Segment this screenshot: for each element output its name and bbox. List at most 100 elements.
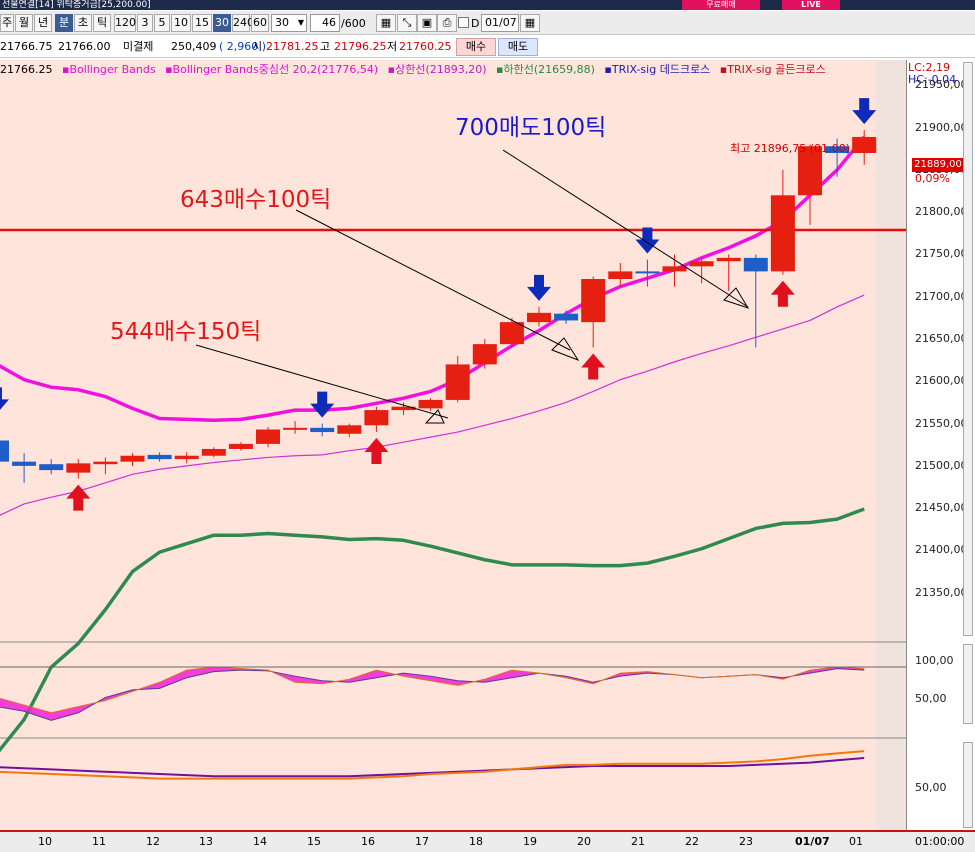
open-value: 21781.25	[266, 40, 319, 53]
time-tick: 17	[415, 835, 429, 848]
candle-body	[66, 463, 91, 473]
candle-body	[337, 425, 362, 434]
count-total: /600	[341, 17, 366, 30]
sub1-tick-50: 50,00	[915, 692, 947, 705]
price-tick: 21600,00	[915, 374, 968, 388]
buy-button[interactable]: 매수	[456, 38, 496, 56]
period-month-button[interactable]: 월	[15, 14, 33, 32]
free-trade-badge[interactable]: 무료매매	[682, 0, 760, 10]
period-second-button[interactable]: 초	[74, 14, 92, 32]
date-checkbox-label: D	[471, 17, 480, 30]
interval-15-button[interactable]: 15	[192, 14, 212, 32]
annotation-buy-544: 544매수150틱	[110, 312, 261, 346]
candle-body	[364, 410, 389, 426]
trendline-icon[interactable]: ⤡	[397, 14, 417, 32]
price-tick: 21650,00	[915, 332, 968, 346]
price-tick: 21350,00	[915, 585, 968, 599]
interval-5-button[interactable]: 5	[154, 14, 170, 32]
interval-30-button[interactable]: 30	[213, 14, 231, 32]
buy-signal-arrow	[770, 280, 795, 307]
quote-bid: 21766.00	[58, 40, 111, 53]
indicator-legend: 21766.25 ▪Bollinger Bands ▪Bollinger Ban…	[0, 60, 906, 80]
save-icon[interactable]: ▣	[417, 14, 437, 32]
candle-body	[174, 455, 199, 460]
candle-body	[635, 271, 660, 274]
sub1-fill	[0, 667, 865, 721]
candle-body	[418, 399, 443, 409]
candle-body	[527, 312, 551, 323]
time-tick: 23	[739, 835, 753, 848]
open-interest-label: 미결제	[123, 40, 154, 53]
open-interest-value: 250,409	[171, 40, 217, 53]
price-tick: 21450,00	[915, 501, 968, 515]
time-tick: 20	[577, 835, 591, 848]
period-year-button[interactable]: 년	[34, 14, 52, 32]
date-input[interactable]: 01/07	[481, 14, 519, 32]
live-badge[interactable]: LIVE	[782, 0, 840, 10]
candle-body	[201, 448, 226, 456]
price-chart	[0, 60, 906, 830]
sub2-scrollbar[interactable]	[963, 742, 973, 828]
sell-button[interactable]: 매도	[498, 38, 538, 56]
time-tick: 19	[523, 835, 537, 848]
count-input[interactable]: 46	[310, 14, 340, 32]
interval-240-button[interactable]: 240	[232, 14, 254, 32]
chevron-down-icon: ▼	[297, 18, 304, 27]
annotation-buy-643: 643매수100틱	[180, 180, 331, 214]
candle-body	[716, 257, 741, 262]
time-tick: 11	[92, 835, 106, 848]
annotation-buy-544-text: 544매수150틱	[110, 319, 262, 345]
time-tick: 14	[253, 835, 267, 848]
annotation-pointer-643	[551, 337, 580, 362]
chart-type-icon[interactable]: ▦	[376, 14, 396, 32]
sub1-scrollbar[interactable]	[963, 644, 973, 724]
candle-body	[0, 440, 9, 462]
candle-body	[93, 461, 118, 465]
price-tick: 21700,00	[915, 289, 968, 303]
price-axis-scrollbar[interactable]	[963, 62, 973, 636]
legend-item: ▪Bollinger Bands중심선 20,2(21776,54)	[161, 63, 379, 76]
date-checkbox[interactable]	[458, 17, 469, 28]
low-label: 저	[387, 40, 398, 53]
legend-item: ▪TRIX-sig 데드크로스	[600, 63, 711, 76]
time-tick: 10	[38, 835, 52, 848]
candle-body	[120, 455, 145, 462]
time-tick: 01/07	[795, 835, 830, 848]
candle-body	[554, 313, 579, 321]
window-title: 선물연결[14] 위탁증거금[25,200.00]	[2, 0, 151, 10]
candle-body	[472, 344, 497, 365]
calendar-icon[interactable]: ▦	[520, 14, 540, 32]
period-week-button[interactable]: 주	[0, 14, 14, 32]
price-tick: 21900,00	[915, 120, 968, 134]
chart-toolbar: 주 월 년 분 초 틱 120 3 5 10 15 30 240 60 30 ▼ …	[0, 11, 975, 35]
period-tick-button[interactable]: 틱	[93, 14, 111, 32]
sub1-line-b	[0, 666, 865, 714]
interval-value: 30	[275, 16, 289, 29]
print-icon[interactable]: ⎙	[437, 14, 457, 32]
candle-body	[256, 429, 280, 444]
annotation-sell-700: 700매도100틱	[455, 108, 606, 142]
open-label: 시	[252, 40, 263, 53]
bollinger-lower-line	[0, 507, 865, 753]
current-price-marker: 21889,00	[912, 158, 964, 172]
period-minute-button[interactable]: 분	[55, 14, 73, 32]
buy-signal-arrow	[364, 438, 389, 465]
legend-price-value: 21766.25	[0, 63, 53, 76]
time-tick: 16	[361, 835, 375, 848]
candle-body	[39, 464, 64, 471]
time-axis: 10 11 12 13 14 15 16 17 18 19 20 21 22 23 01/07 01 01:0…	[0, 830, 975, 852]
price-tick: 21950,00	[915, 78, 968, 92]
interval-120-button[interactable]: 120	[114, 14, 136, 32]
interval-select[interactable]: 30 ▼	[271, 14, 307, 32]
sub1-tick-100: 100,00	[915, 654, 954, 667]
legend-item: ▪Bollinger Bands	[58, 63, 156, 76]
interval-3-button[interactable]: 3	[137, 14, 153, 32]
time-tick: 13	[199, 835, 213, 848]
interval-10-button[interactable]: 10	[171, 14, 191, 32]
bollinger-mid-line	[0, 135, 866, 422]
high-value: 21796.25	[334, 40, 387, 53]
candle-body	[770, 195, 795, 272]
interval-60-button[interactable]: 60	[251, 14, 269, 32]
sub2-tick-50: 50,00	[915, 781, 947, 794]
candle-body	[445, 364, 470, 400]
